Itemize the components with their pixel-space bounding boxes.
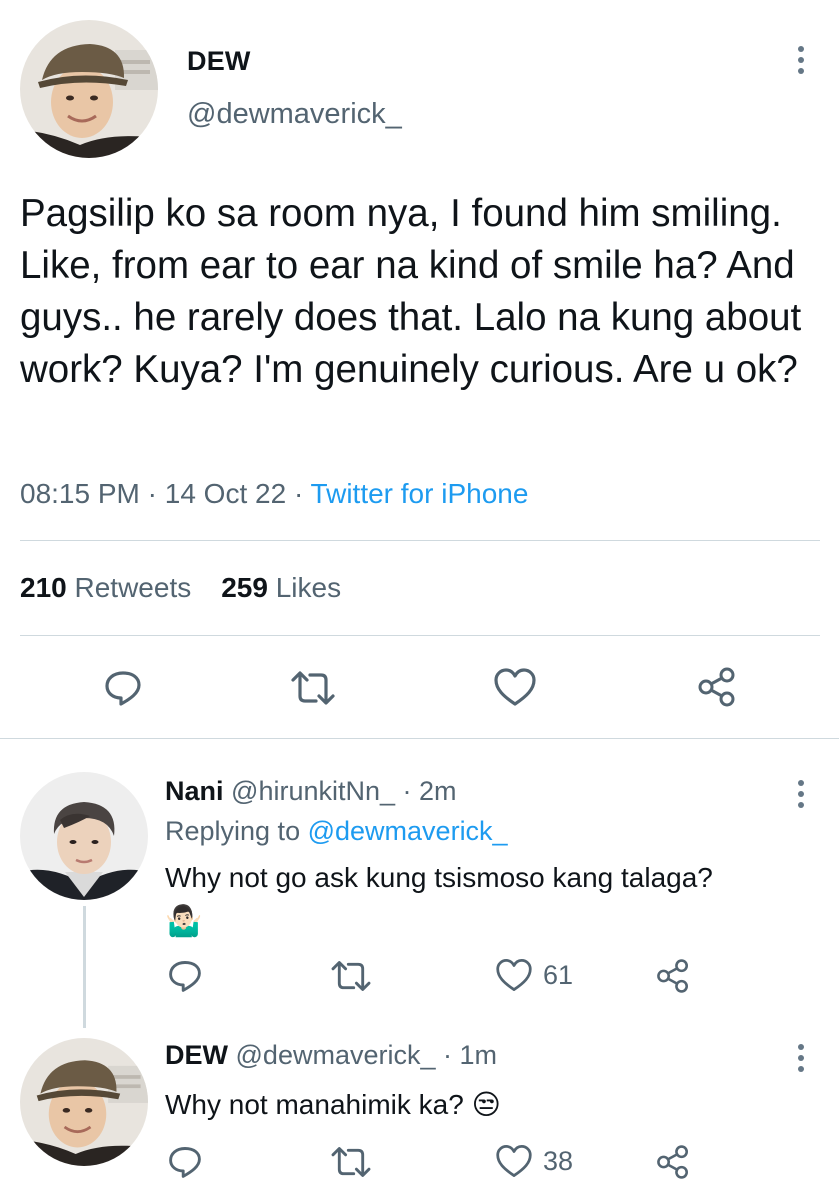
share-icon (657, 959, 688, 993)
author-handle[interactable]: @dewmaverick_ (187, 98, 402, 131)
shrug-emoji: 🤷🏻‍♂️ (165, 905, 203, 938)
reply-icon (105, 671, 141, 706)
more-vertical-icon[interactable] (796, 780, 806, 813)
likes-stat[interactable]: 259 Likes (221, 572, 341, 603)
divider (0, 738, 839, 739)
retweets-count: 210 (20, 572, 67, 603)
retweet-button[interactable] (330, 1144, 372, 1180)
reply-text: Why not manahimik ka? 😒 (165, 1088, 501, 1121)
like-button[interactable]: 38 (495, 1143, 573, 1179)
share-button[interactable] (655, 1144, 691, 1180)
tweet-time: 08:15 PM (20, 478, 140, 509)
replying-to-prefix: Replying to (165, 816, 301, 846)
unamused-emoji: 😒 (471, 1089, 501, 1120)
share-icon (657, 1145, 688, 1179)
retweet-button[interactable] (330, 958, 372, 994)
reply-text-content: Why not manahimik ka? (165, 1089, 464, 1120)
meta-separator: · (293, 478, 304, 509)
like-button[interactable] (493, 666, 537, 708)
retweets-stat[interactable]: 210 Retweets (20, 572, 191, 603)
reply-author-handle[interactable]: @hirunkitNn_ (231, 776, 395, 806)
more-vertical-icon[interactable] (796, 46, 806, 79)
divider (20, 540, 820, 541)
author-avatar[interactable] (20, 20, 158, 158)
reply-author-name[interactable]: DEW (165, 1040, 228, 1070)
likes-label: Likes (275, 572, 342, 603)
reply-avatar[interactable] (20, 772, 148, 900)
reply-author-name[interactable]: Nani (165, 776, 224, 806)
share-button[interactable] (696, 666, 738, 708)
like-icon (494, 668, 536, 706)
tweet-meta: 08:15 PM · 14 Oct 22 · Twitter for iPhon… (20, 478, 528, 510)
more-vertical-icon[interactable] (796, 1044, 806, 1077)
divider (20, 635, 820, 636)
reply-time: · 2m (402, 776, 457, 806)
like-button[interactable]: 61 (495, 957, 573, 993)
thread-line (83, 906, 86, 1028)
share-button[interactable] (655, 958, 691, 994)
reply-icon (169, 961, 201, 992)
like-icon (496, 959, 532, 991)
retweet-icon (291, 671, 335, 705)
tweet-source-link[interactable]: Twitter for iPhone (311, 478, 529, 509)
tweet-stats: 210 Retweets 259 Likes (20, 572, 341, 604)
replying-to-handle[interactable]: @dewmaverick_ (308, 816, 508, 846)
reply-button[interactable] (167, 1144, 203, 1180)
share-icon (698, 667, 735, 707)
reply-button[interactable] (103, 668, 143, 708)
reply-time: · 1m (443, 1040, 497, 1070)
tweet-date: 14 Oct 22 (164, 478, 287, 509)
reply-author-handle[interactable]: @dewmaverick_ (236, 1040, 436, 1070)
retweet-button[interactable] (290, 668, 336, 708)
reply-icon (169, 1147, 201, 1178)
tweet-text: Pagsilip ko sa room nya, I found him smi… (20, 192, 802, 391)
reply-avatar[interactable] (20, 1038, 148, 1166)
replying-to: Replying to @dewmaverick_ (165, 816, 508, 847)
reply-header: DEW @dewmaverick_ · 1m (165, 1040, 497, 1071)
like-count: 38 (543, 1145, 574, 1176)
reply-text: Why not go ask kung tsismoso kang talaga… (165, 862, 713, 893)
retweets-label: Retweets (74, 572, 192, 603)
retweet-icon (331, 1147, 371, 1177)
author-name[interactable]: DEW (187, 46, 251, 77)
meta-separator: · (147, 478, 157, 509)
reply-header: Nani @hirunkitNn_ · 2m (165, 776, 457, 807)
retweet-icon (331, 961, 371, 991)
like-icon (496, 1145, 532, 1177)
like-count: 61 (543, 959, 574, 990)
reply-button[interactable] (167, 958, 203, 994)
likes-count: 259 (221, 572, 268, 603)
